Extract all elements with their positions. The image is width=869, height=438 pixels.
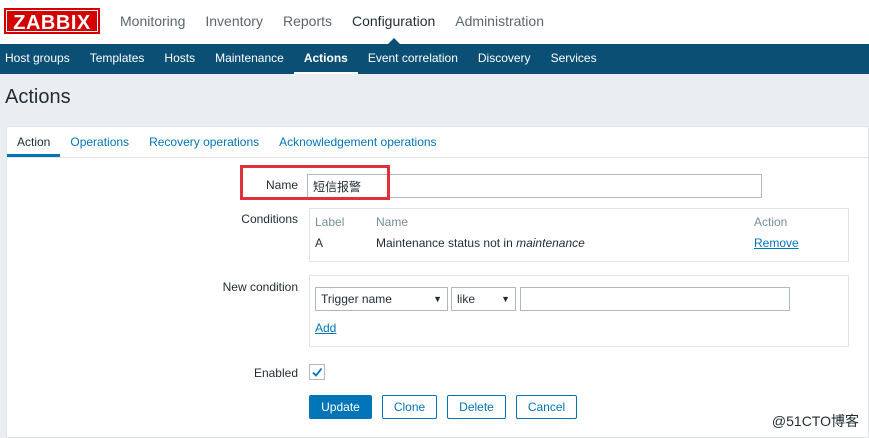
conditions-header-action: Action xyxy=(754,215,788,229)
delete-button[interactable]: Delete xyxy=(447,395,506,419)
condition-type-value: Trigger name xyxy=(321,292,392,306)
conditions-table: Label Name Action A Maintenance status n… xyxy=(309,208,849,262)
watermark: @51CTO博客 xyxy=(771,413,859,429)
top-bar: ZABBIX Monitoring Inventory Reports Conf… xyxy=(0,0,869,44)
conditions-label: Conditions xyxy=(241,212,298,226)
annotation-highlight-box xyxy=(240,165,390,200)
sub-nav-host-groups[interactable]: Host groups xyxy=(0,44,80,74)
conditions-header-label: Label xyxy=(315,215,345,229)
page-title: Actions xyxy=(5,86,71,108)
action-form-card: Action Operations Recovery operations Ac… xyxy=(6,126,869,438)
tab-recovery-operations[interactable]: Recovery operations xyxy=(139,127,269,157)
sub-nav-discovery[interactable]: Discovery xyxy=(468,44,541,74)
sub-nav-hosts[interactable]: Hosts xyxy=(154,44,205,74)
condition-row-label: A xyxy=(315,236,324,250)
top-nav-administration[interactable]: Administration xyxy=(445,0,554,44)
zabbix-logo[interactable]: ZABBIX xyxy=(4,8,100,34)
condition-value-input[interactable] xyxy=(520,287,790,311)
condition-operator-select[interactable]: like ▼ xyxy=(451,287,516,311)
condition-name-text: Maintenance status not in xyxy=(376,236,517,250)
tab-operations[interactable]: Operations xyxy=(60,127,139,157)
update-button[interactable]: Update xyxy=(309,395,372,419)
top-nav: Monitoring Inventory Reports Configurati… xyxy=(110,0,554,44)
sub-nav-event-correlation[interactable]: Event correlation xyxy=(358,44,468,74)
condition-type-select[interactable]: Trigger name ▼ xyxy=(315,287,448,311)
new-condition-box: Trigger name ▼ like ▼ Add xyxy=(309,275,849,347)
add-condition-link[interactable]: Add xyxy=(315,321,336,335)
conditions-header-name: Name xyxy=(376,215,409,229)
top-nav-inventory[interactable]: Inventory xyxy=(195,0,273,44)
checkmark-icon xyxy=(312,367,323,377)
tab-acknowledgement-operations[interactable]: Acknowledgement operations xyxy=(269,127,446,157)
caret-down-icon: ▼ xyxy=(501,294,510,304)
sub-nav-templates[interactable]: Templates xyxy=(80,44,155,74)
cancel-button[interactable]: Cancel xyxy=(516,395,577,419)
top-nav-monitoring[interactable]: Monitoring xyxy=(110,0,195,44)
enabled-label: Enabled xyxy=(253,366,298,380)
tab-action[interactable]: Action xyxy=(7,127,61,157)
sub-nav-maintenance[interactable]: Maintenance xyxy=(205,44,294,74)
top-nav-reports[interactable]: Reports xyxy=(273,0,342,44)
condition-remove-link[interactable]: Remove xyxy=(754,236,799,250)
enabled-checkbox[interactable] xyxy=(309,364,325,380)
sub-nav: Host groups Templates Hosts Maintenance … xyxy=(0,44,869,74)
tab-bar: Action Operations Recovery operations Ac… xyxy=(7,127,869,158)
top-nav-configuration[interactable]: Configuration xyxy=(342,0,445,44)
condition-operator-value: like xyxy=(457,292,476,306)
new-condition-label: New condition xyxy=(222,280,298,294)
caret-down-icon: ▼ xyxy=(433,294,442,304)
clone-button[interactable]: Clone xyxy=(382,395,437,419)
sub-nav-services[interactable]: Services xyxy=(541,44,607,74)
condition-name-emph: maintenance xyxy=(516,236,585,250)
sub-nav-actions[interactable]: Actions xyxy=(293,44,358,74)
condition-row-name: Maintenance status not in maintenance xyxy=(376,236,585,250)
